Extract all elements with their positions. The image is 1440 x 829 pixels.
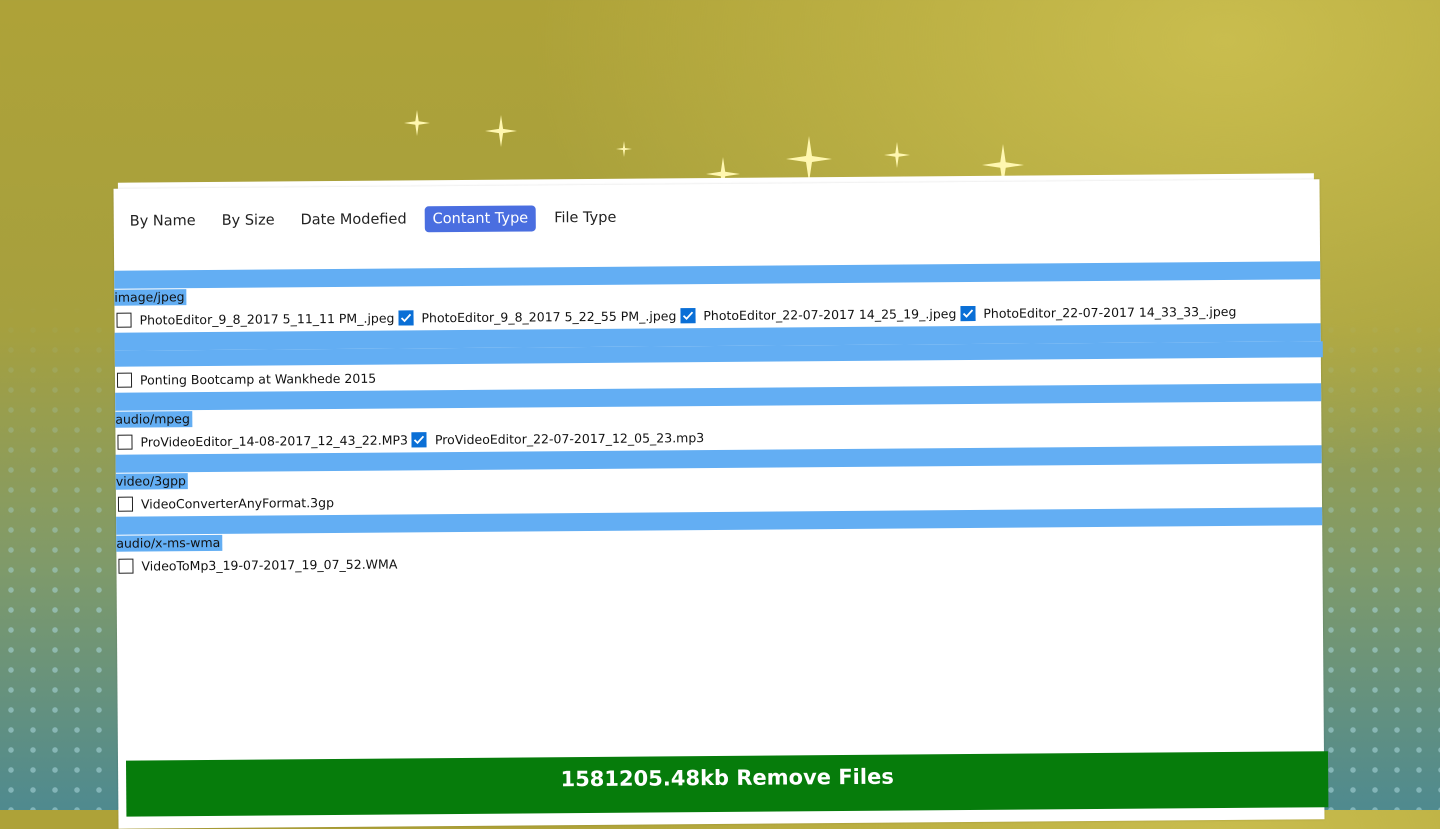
group-label: video/3gpp bbox=[115, 473, 188, 490]
file-name: VideoConverterAnyFormat.3gp bbox=[140, 494, 335, 512]
sparkle-icon bbox=[485, 115, 517, 147]
file-name: PhotoEditor_22-07-2017 14_33_33_.jpeg bbox=[983, 303, 1237, 321]
file-item: PhotoEditor_22-07-2017 14_33_33_.jpeg bbox=[958, 303, 1237, 321]
tab-date-modified[interactable]: Date Modefied bbox=[292, 206, 414, 233]
sparkle-icon bbox=[616, 141, 632, 157]
file-manager-window: By Name By Size Date Modefied Contant Ty… bbox=[113, 179, 1329, 829]
group-label: audio/mpeg bbox=[115, 411, 192, 428]
sparkle-icon bbox=[884, 142, 910, 168]
group-label: audio/x-ms-wma bbox=[116, 534, 223, 552]
group-label: image/jpeg bbox=[114, 289, 187, 306]
sparkle-icon bbox=[786, 136, 832, 182]
file-item: PhotoEditor_9_8_2017 5_22_55 PM_.jpeg bbox=[396, 307, 677, 326]
file-checkbox[interactable] bbox=[116, 312, 132, 328]
file-checkbox[interactable] bbox=[118, 558, 134, 574]
file-list: image/jpeg PhotoEditor_9_8_2017 5_11_11 P… bbox=[114, 261, 1323, 578]
tab-by-size[interactable]: By Size bbox=[214, 207, 283, 234]
file-item: VideoConverterAnyFormat.3gp bbox=[116, 495, 334, 512]
tab-by-name[interactable]: By Name bbox=[122, 208, 204, 235]
file-name: ProVideoEditor_14-08-2017_12_43_22.MP3 bbox=[140, 431, 409, 450]
tab-content-type[interactable]: Contant Type bbox=[424, 205, 537, 233]
file-name: Ponting Bootcamp at Wankhede 2015 bbox=[139, 370, 377, 388]
file-checkbox[interactable] bbox=[117, 496, 134, 512]
remove-files-button[interactable]: 1581205.48kb Remove Files bbox=[125, 751, 1329, 817]
file-item: PhotoEditor_22-07-2017 14_25_19_.jpeg bbox=[678, 306, 956, 323]
file-item: VideoToMp3_19-07-2017_19_07_52.WMA bbox=[116, 556, 398, 574]
file-item: PhotoEditor_9_8_2017 5_11_11 PM_.jpeg bbox=[114, 310, 395, 328]
file-name: PhotoEditor_9_8_2017 5_22_55 PM_.jpeg bbox=[421, 307, 677, 325]
remove-files-label: 1581205.48kb Remove Files bbox=[560, 764, 894, 792]
tab-file-type[interactable]: File Type bbox=[546, 205, 624, 232]
file-name: VideoToMp3_19-07-2017_19_07_52.WMA bbox=[141, 556, 398, 574]
checkmark-icon bbox=[400, 313, 412, 322]
file-checkbox[interactable] bbox=[411, 431, 428, 447]
file-item: ProVideoEditor_22-07-2017_12_05_23.mp3 bbox=[410, 430, 704, 447]
checkmark-icon bbox=[414, 435, 425, 444]
file-row: VideoToMp3_19-07-2017_19_07_52.WMA bbox=[116, 543, 1322, 578]
file-item: ProVideoEditor_14-08-2017_12_43_22.MP3 bbox=[115, 431, 409, 450]
file-name: PhotoEditor_9_8_2017 5_11_11 PM_.jpeg bbox=[139, 310, 395, 328]
file-checkbox[interactable] bbox=[398, 309, 414, 326]
checkmark-icon bbox=[682, 311, 693, 320]
file-checkbox[interactable] bbox=[117, 434, 133, 450]
file-checkbox[interactable] bbox=[116, 372, 133, 388]
file-name: PhotoEditor_22-07-2017 14_25_19_.jpeg bbox=[703, 305, 957, 323]
group-separator-bar bbox=[114, 261, 1321, 289]
file-name: ProVideoEditor_22-07-2017_12_05_23.mp3 bbox=[434, 429, 705, 447]
checkmark-icon bbox=[962, 308, 973, 318]
file-item: Ponting Bootcamp at Wankhede 2015 bbox=[115, 370, 377, 388]
file-checkbox[interactable] bbox=[960, 305, 976, 321]
sort-tabs: By Name By Size Date Modefied Contant Ty… bbox=[122, 205, 635, 235]
file-checkbox[interactable] bbox=[680, 307, 696, 323]
sparkle-icon bbox=[404, 110, 430, 136]
